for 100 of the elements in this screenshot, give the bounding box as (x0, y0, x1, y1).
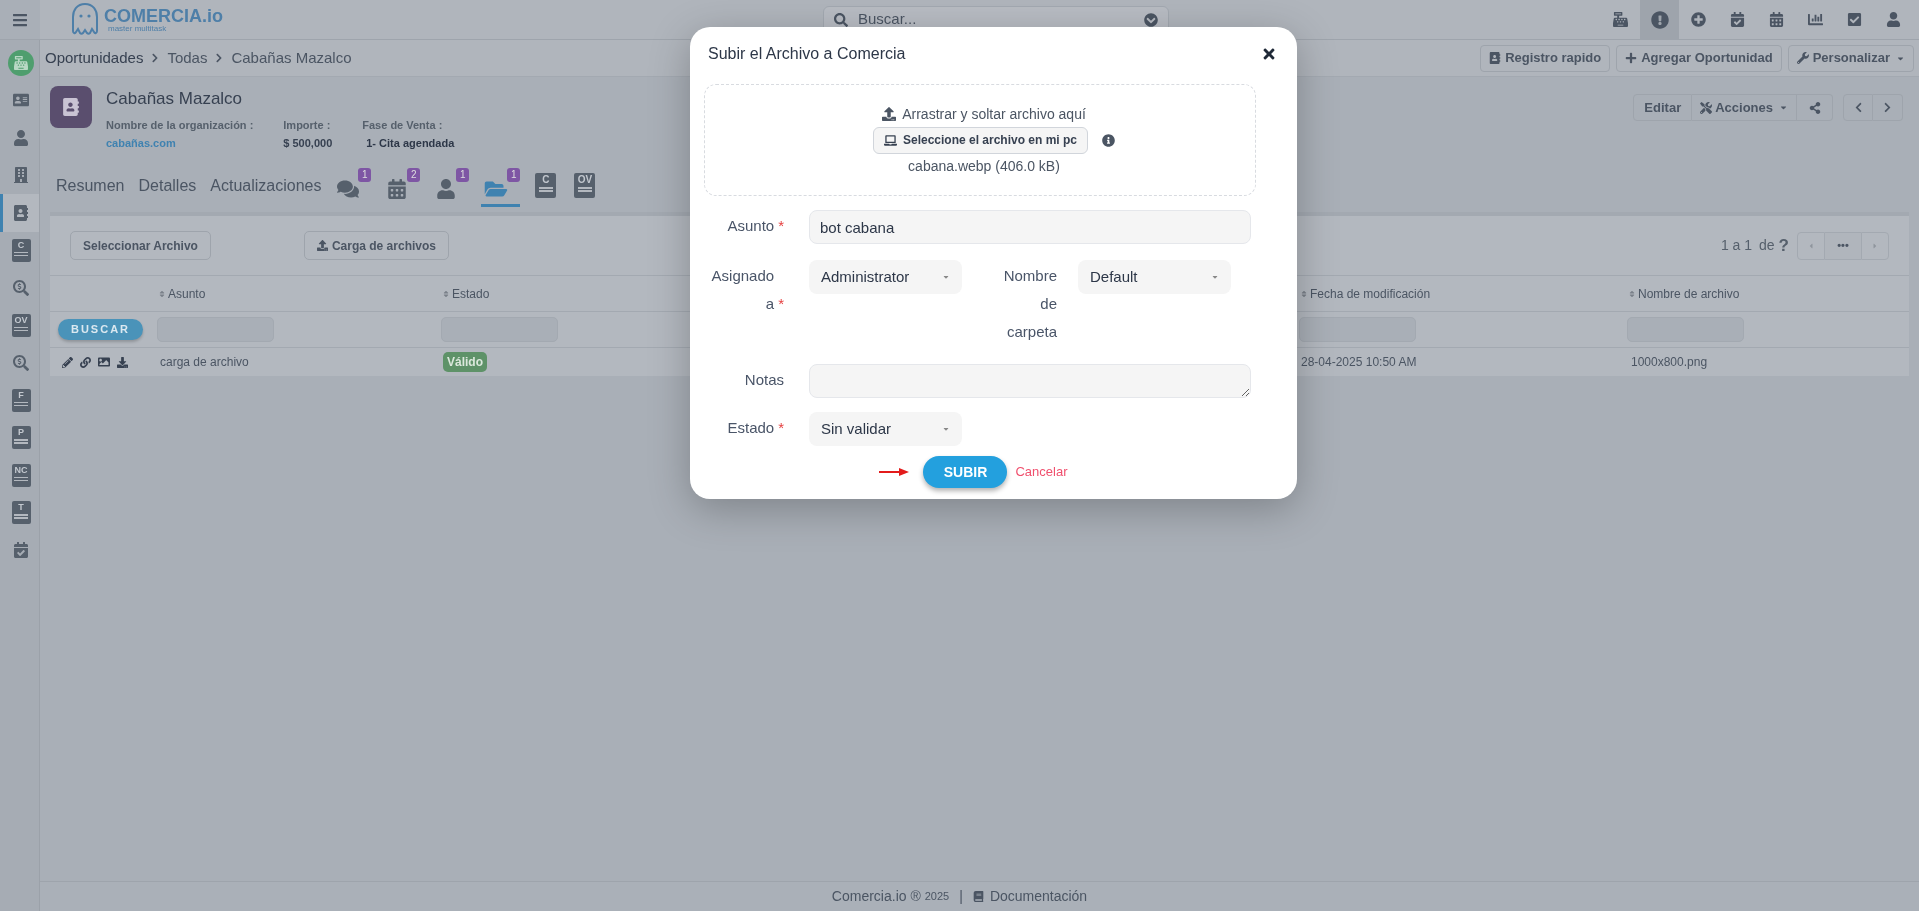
pagination-range: 1 a 1 (1720, 236, 1753, 255)
cash-register-icon (1613, 12, 1628, 27)
sidebar-item[interactable]: P (0, 419, 39, 457)
select-file-button[interactable]: Seleccionar Archivo (70, 231, 211, 260)
dropdown-icon (1144, 12, 1158, 27)
building-icon (13, 167, 29, 184)
breadcrumb-link[interactable]: Oportunidades (45, 46, 144, 70)
search-field[interactable]: Buscar... (858, 8, 1134, 31)
download-icon[interactable] (117, 356, 128, 368)
field-value: 1- Cita agendada (366, 136, 455, 151)
field-label: Asignado a (710, 266, 775, 314)
select-field[interactable]: Administrator (809, 260, 962, 294)
documentation-link[interactable]: Documentación (989, 886, 1088, 907)
icon-tab[interactable]: 1 (481, 167, 521, 207)
input-field[interactable]: bot cabana (809, 210, 1251, 244)
field-label: Nombre de carpeta (1003, 267, 1057, 340)
sort-icon[interactable] (1300, 289, 1308, 298)
sort-icon[interactable] (1628, 289, 1636, 298)
money-search-icon (13, 279, 29, 296)
tab[interactable]: Resumen (55, 167, 126, 207)
icon-tab[interactable]: OV (571, 167, 599, 207)
column-header[interactable]: Asunto (168, 284, 206, 303)
icon-letter: NC (14, 465, 28, 475)
breadcrumb-link[interactable]: Todas (167, 46, 208, 70)
calendar-check-icon (1730, 12, 1745, 27)
breadcrumb-link[interactable]: Cabañas Mazalco (231, 46, 352, 70)
logo-text: COMERCIA.io (104, 6, 223, 25)
caret-icon (1779, 103, 1788, 112)
menu-icon[interactable] (12, 11, 28, 28)
alert-icon (1650, 10, 1669, 29)
sidebar-item[interactable]: NC (0, 456, 39, 494)
book-icon (972, 891, 984, 902)
caret-icon (942, 273, 950, 281)
sort-icon[interactable] (158, 289, 166, 298)
sidebar-item[interactable]: OV (0, 306, 39, 344)
pagination-of: de (1759, 236, 1775, 255)
column-header[interactable]: Fecha de modificación (1310, 284, 1431, 303)
previous-button[interactable] (1843, 94, 1873, 121)
field-label: Nombre de la organización : (106, 117, 254, 133)
page-button[interactable]: ••• (1825, 231, 1861, 260)
icon-letter: C (542, 175, 550, 185)
field-label: Notas (744, 370, 784, 390)
contact-book-icon (13, 204, 29, 221)
icon-tab[interactable]: 1 (334, 167, 372, 207)
select-field[interactable]: Sin validar (809, 412, 962, 446)
cash-register-icon (8, 49, 34, 76)
caret-right-icon (1871, 241, 1879, 250)
logo-icon (70, 1, 100, 38)
logo-tagline: master multitask (108, 24, 168, 33)
choose-file-button[interactable]: Seleccione el archivo en mi pc (872, 126, 1089, 154)
calendar-check-icon (13, 542, 29, 559)
caret-icon (942, 425, 950, 433)
filter-field[interactable] (1299, 317, 1416, 342)
sidebar-item[interactable]: T (0, 494, 39, 532)
dropzone-hint: Arrastrar y soltar archivo aquí (902, 104, 1086, 124)
count-badge: 1 (506, 168, 521, 182)
icon-tab[interactable]: 2 (383, 167, 421, 207)
file-name: cabana.webp (406.0 kB) (908, 156, 1060, 176)
column-header[interactable]: Nombre de archivo (1638, 284, 1740, 303)
sidebar-item[interactable]: F (0, 381, 39, 419)
sidebar-item[interactable] (0, 194, 39, 232)
toolbar-button[interactable] (1640, 0, 1679, 39)
upload-button[interactable]: SUBIR (923, 456, 1008, 488)
link-icon[interactable] (80, 356, 91, 368)
image-icon[interactable] (98, 356, 110, 368)
icon-letter: C (17, 240, 25, 250)
footer-text: Comercia.io ® (831, 887, 921, 906)
user-icon (435, 178, 458, 199)
caret-left-icon (1807, 241, 1815, 250)
next-button[interactable] (1873, 94, 1903, 121)
calendar-icon (1769, 12, 1784, 27)
sidebar-item[interactable]: C (0, 231, 39, 269)
close-icon[interactable] (1261, 46, 1277, 62)
arrow-icon (879, 468, 910, 476)
edit-icon[interactable] (62, 356, 73, 368)
count-badge: 2 (406, 168, 421, 182)
table-cell-text: 1000x800.png (1631, 354, 1708, 371)
actions-button[interactable]: Acciones (1692, 94, 1797, 121)
tools-icon (1700, 101, 1713, 114)
action-button[interactable]: Registro rapido (1480, 44, 1611, 72)
icon-tab[interactable]: C (532, 167, 560, 207)
notes-field[interactable] (809, 364, 1251, 398)
column-header[interactable]: Estado (452, 284, 490, 303)
calendar-icon (386, 178, 409, 199)
icon-tab[interactable]: 1 (432, 167, 470, 207)
tab[interactable]: Actualizaciones (209, 167, 323, 207)
edit-button[interactable]: Editar (1633, 94, 1693, 121)
action-button[interactable]: Personalizar (1787, 44, 1914, 72)
action-button[interactable]: Agregar Oportunidad (1616, 44, 1782, 72)
select-field[interactable]: Default (1078, 260, 1231, 294)
status-badge: Válido (443, 352, 487, 372)
share-button[interactable] (1797, 94, 1833, 121)
sort-icon[interactable] (442, 289, 450, 298)
required-mark: * (778, 217, 784, 234)
info-icon[interactable] (1102, 133, 1116, 147)
cancel-link[interactable]: Cancelar (1015, 462, 1068, 482)
search-button[interactable]: BUSCAR (58, 319, 143, 340)
icon-letter: OV (577, 175, 593, 185)
tab[interactable]: Detalles (137, 167, 198, 207)
upload-files-button[interactable]: Carga de archivos (303, 231, 449, 260)
